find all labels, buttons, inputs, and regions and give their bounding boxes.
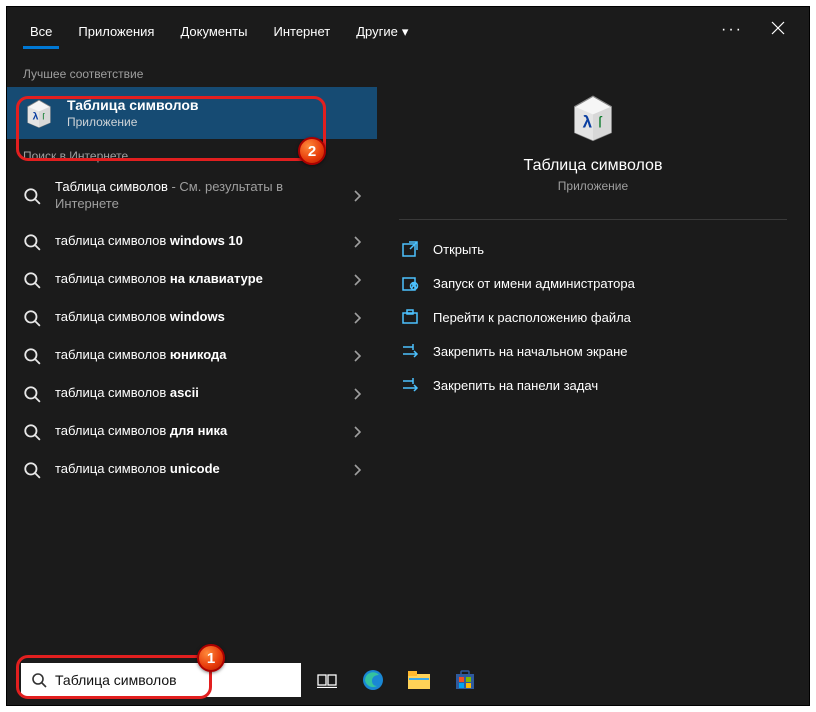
chevron-right-icon (353, 312, 361, 324)
chevron-right-icon (353, 388, 361, 400)
store-button[interactable] (445, 663, 485, 697)
search-icon (23, 385, 41, 403)
best-match-title: Таблица символов (67, 97, 198, 113)
search-icon (23, 347, 41, 365)
search-suggestion[interactable]: таблица символов ascii (7, 375, 377, 413)
action-label: Запуск от имени администратора (433, 276, 635, 291)
open-icon (401, 240, 419, 258)
tab-all[interactable]: Все (17, 11, 65, 49)
suggestion-text: таблица символов unicode (55, 461, 353, 478)
search-icon (23, 423, 41, 441)
chevron-right-icon (353, 190, 361, 202)
pin-icon (401, 376, 419, 394)
chevron-right-icon (353, 426, 361, 438)
search-box[interactable]: Таблица символов (21, 663, 301, 697)
suggestion-text: Таблица символов - См. результаты в Инте… (55, 179, 353, 213)
best-match-label: Лучшее соответствие (7, 59, 377, 87)
preview-action[interactable]: Запуск от имени администратора (399, 266, 787, 300)
suggestion-text: таблица символов на клавиатуре (55, 271, 353, 288)
search-suggestion[interactable]: Таблица символов - См. результаты в Инте… (7, 169, 377, 223)
search-icon (23, 271, 41, 289)
best-match-subtitle: Приложение (67, 115, 198, 129)
suggestion-text: таблица символов windows (55, 309, 353, 326)
tab-documents[interactable]: Документы (167, 11, 260, 49)
chevron-right-icon (353, 464, 361, 476)
preview-subtitle: Приложение (558, 179, 628, 193)
web-search-label: Поиск в Интернете (7, 141, 377, 169)
pin-icon (401, 342, 419, 360)
taskbar: Таблица символов (7, 655, 809, 705)
action-label: Закрепить на панели задач (433, 378, 598, 393)
tab-apps[interactable]: Приложения (65, 11, 167, 49)
search-suggestion[interactable]: таблица символов юникода (7, 337, 377, 375)
suggestion-text: таблица символов windows 10 (55, 233, 353, 250)
search-icon (31, 672, 47, 688)
preview-pane: λſ Таблица символов Приложение Открыть За… (377, 53, 809, 651)
search-suggestion[interactable]: таблица символов для ника (7, 413, 377, 451)
tab-other[interactable]: Другие▾ (343, 11, 421, 50)
tab-internet[interactable]: Интернет (260, 11, 343, 49)
action-label: Открыть (433, 242, 484, 257)
svg-text:λ: λ (33, 111, 39, 122)
more-button[interactable]: ··· (707, 13, 757, 47)
suggestion-text: таблица символов для ника (55, 423, 353, 440)
svg-text:λ: λ (583, 112, 593, 131)
edge-button[interactable] (353, 663, 393, 697)
search-suggestion[interactable]: таблица символов windows 10 (7, 223, 377, 261)
divider (399, 219, 787, 220)
admin-icon (401, 274, 419, 292)
chevron-right-icon (353, 236, 361, 248)
chevron-down-icon: ▾ (402, 24, 409, 39)
chevron-right-icon (353, 274, 361, 286)
suggestion-text: таблица символов ascii (55, 385, 353, 402)
folder-icon (401, 308, 419, 326)
search-icon (23, 309, 41, 327)
preview-action[interactable]: Открыть (399, 232, 787, 266)
results-pane: Лучшее соответствие λſ Таблица символов … (7, 53, 377, 651)
search-icon (23, 461, 41, 479)
search-suggestion[interactable]: таблица символов windows (7, 299, 377, 337)
search-tabs: Все Приложения Документы Интернет Другие… (7, 7, 809, 53)
preview-title: Таблица символов (524, 157, 663, 175)
preview-action[interactable]: Закрепить на панели задач (399, 368, 787, 402)
search-suggestion[interactable]: таблица символов unicode (7, 451, 377, 489)
search-suggestion[interactable]: таблица символов на клавиатуре (7, 261, 377, 299)
charmap-icon: λſ (23, 97, 55, 129)
action-label: Перейти к расположению файла (433, 310, 631, 325)
task-view-button[interactable] (307, 663, 347, 697)
preview-action[interactable]: Перейти к расположению файла (399, 300, 787, 334)
search-input[interactable]: Таблица символов (55, 672, 177, 688)
charmap-icon-large: λſ (567, 91, 619, 143)
chevron-right-icon (353, 350, 361, 362)
search-icon (23, 233, 41, 251)
close-button[interactable] (757, 13, 799, 48)
explorer-button[interactable] (399, 663, 439, 697)
action-label: Закрепить на начальном экране (433, 344, 628, 359)
suggestion-text: таблица символов юникода (55, 347, 353, 364)
best-match-item[interactable]: λſ Таблица символов Приложение (7, 87, 377, 139)
preview-action[interactable]: Закрепить на начальном экране (399, 334, 787, 368)
search-icon (23, 187, 41, 205)
